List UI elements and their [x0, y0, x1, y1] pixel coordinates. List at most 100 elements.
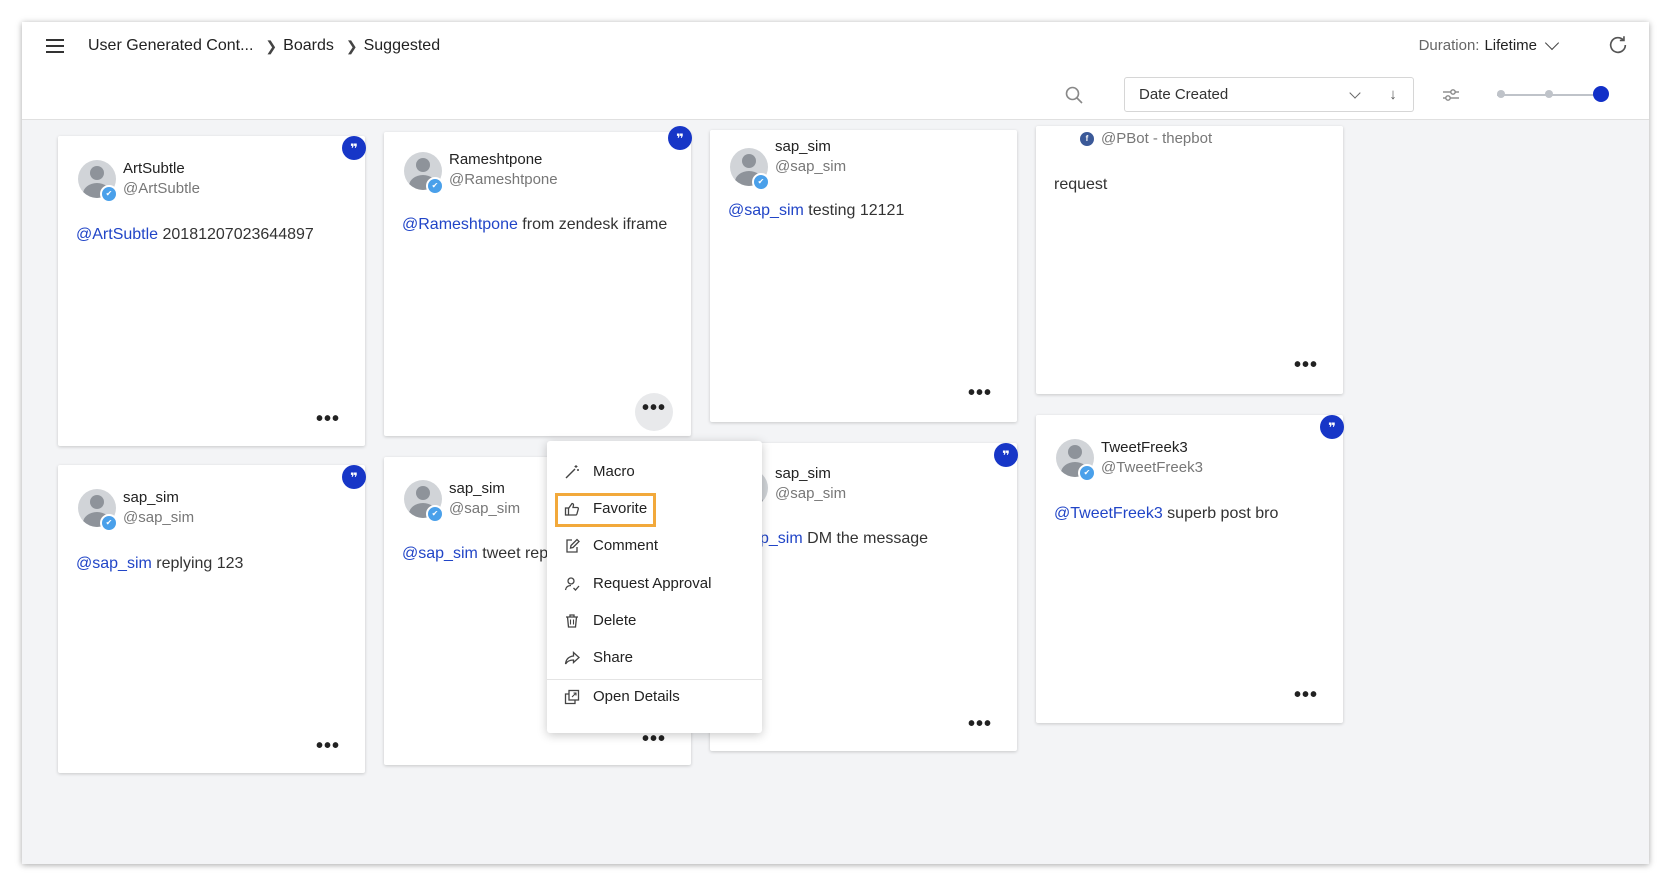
mention-link[interactable]: p_sim — [760, 530, 803, 547]
author-name: sap_sim — [775, 138, 831, 155]
more-options-button[interactable]: ••• — [1287, 680, 1325, 718]
filter-sliders-icon[interactable] — [1441, 85, 1461, 105]
post-body: superb post bro — [1162, 505, 1279, 522]
sort-direction-button[interactable]: ↓ — [1373, 77, 1414, 112]
mention-link[interactable]: @TweetFreek3 — [1054, 505, 1163, 522]
chevron-right-icon: ❯ — [345, 37, 358, 54]
breadcrumb-item-boards[interactable]: Boards — [283, 37, 334, 55]
post-body: 20181207023644897 — [158, 226, 314, 243]
duration-label: Duration: — [1418, 37, 1480, 54]
breadcrumb-item-workspace[interactable]: User Generated Cont... — [88, 37, 253, 55]
author-name: TweetFreek3 — [1101, 439, 1188, 456]
author-name: sap_sim — [775, 465, 831, 482]
hamburger-menu-icon[interactable] — [46, 38, 64, 54]
more-options-button[interactable]: ••• — [1287, 350, 1325, 388]
post-text: request — [1054, 176, 1107, 194]
menu-item-label: Comment — [593, 537, 659, 554]
chevron-down-icon — [1544, 35, 1560, 50]
quote-icon: ❞ — [1320, 415, 1344, 439]
author-name: Rameshtpone — [449, 151, 543, 168]
search-icon[interactable] — [1064, 85, 1084, 105]
twitter-icon: ✔ — [426, 177, 444, 195]
menu-item-label: Request Approval — [593, 575, 712, 592]
menu-item-macro[interactable]: Macro — [547, 457, 762, 489]
menu-divider — [547, 679, 762, 680]
post-body: replying 123 — [151, 555, 244, 572]
breadcrumb-item-current: Suggested — [363, 37, 441, 54]
more-options-button[interactable]: ••• — [961, 709, 999, 747]
more-options-button[interactable]: ••• — [309, 731, 347, 769]
menu-item-label: Macro — [593, 463, 635, 480]
author-handle: @sap_sim — [775, 485, 847, 502]
post-body: from zendesk iframe — [517, 216, 668, 233]
post-text: @TweetFreek3 superb post bro — [1054, 505, 1278, 523]
author-name: ArtSubtle — [123, 160, 185, 177]
mention-link[interactable]: @Rameshtpone — [402, 216, 518, 233]
post-text: @ArtSubtle 20181207023644897 — [76, 226, 314, 244]
more-options-button[interactable]: ••• — [961, 378, 999, 416]
chevron-down-icon — [1349, 87, 1361, 99]
menu-item-request-approval[interactable]: Request Approval — [547, 569, 762, 601]
highlight-box — [555, 493, 656, 527]
twitter-icon: ✔ — [100, 514, 118, 532]
share-arrow-icon — [564, 651, 580, 665]
post-card[interactable]: ✔ sap_sim @sap_sim @sap_sim testing 1212… — [710, 130, 1017, 422]
refresh-icon[interactable] — [1607, 34, 1629, 56]
post-card[interactable]: ✔ sap_sim @sap_sim @sap_sim replying 123… — [58, 465, 366, 773]
mention-link[interactable]: @sap_sim — [402, 545, 478, 562]
duration-selector[interactable]: Duration: Lifetime — [1418, 35, 1560, 54]
facebook-icon: f — [1078, 130, 1096, 148]
quote-icon: ❞ — [342, 465, 366, 489]
author-handle: @Rameshtpone — [449, 171, 558, 188]
post-text: @sap_sim tweet reply — [402, 545, 560, 563]
menu-item-comment[interactable]: Comment — [547, 531, 762, 563]
author-handle: @sap_sim — [449, 500, 521, 517]
twitter-icon: ✔ — [752, 173, 770, 191]
post-body: DM the message — [802, 530, 929, 547]
open-in-new-icon — [564, 689, 580, 705]
app-window: User Generated Cont... ❯ Boards ❯ Sugges… — [22, 22, 1649, 864]
quote-icon: ❞ — [994, 443, 1018, 467]
mention-link[interactable]: @sap_sim — [728, 202, 804, 219]
slider-stop[interactable] — [1545, 90, 1553, 98]
author-handle: @TweetFreek3 — [1101, 459, 1203, 476]
edit-note-icon — [566, 538, 580, 553]
menu-item-open-details[interactable]: Open Details — [547, 682, 762, 714]
slider-knob[interactable] — [1593, 86, 1609, 102]
author-handle: @sap_sim — [123, 509, 195, 526]
twitter-icon: ✔ — [426, 505, 444, 523]
chevron-right-icon: ❯ — [265, 37, 278, 54]
card-size-slider[interactable] — [1497, 86, 1609, 102]
post-text: @Rameshtpone from zendesk iframe — [402, 216, 667, 234]
more-options-button[interactable]: ••• — [309, 404, 347, 442]
trash-icon — [566, 614, 578, 628]
slider-stop[interactable] — [1497, 90, 1505, 98]
menu-item-delete[interactable]: Delete — [547, 606, 762, 638]
menu-item-label: Share — [593, 649, 634, 666]
card-context-menu: Macro Favorite Comment Request Approval — [547, 441, 762, 733]
board-canvas: ✔ ArtSubtle @ArtSubtle @ArtSubtle 201812… — [22, 120, 1649, 864]
quote-icon: ❞ — [342, 136, 366, 160]
mention-link[interactable]: @ArtSubtle — [76, 226, 158, 243]
post-card[interactable]: ✔ TweetFreek3 @TweetFreek3 @TweetFreek3 … — [1036, 415, 1344, 723]
more-options-button[interactable]: ••• — [635, 393, 673, 431]
menu-item-label: Open Details — [593, 688, 680, 705]
post-text: @sap_sim replying 123 — [76, 555, 243, 573]
post-card[interactable]: f @PBot - thepbot request ••• — [1036, 126, 1343, 394]
post-card[interactable]: ✔ Rameshtpone @Rameshtpone @Rameshtpone … — [384, 126, 692, 436]
twitter-icon: ✔ — [1078, 464, 1096, 482]
post-text: p_sim DM the message — [760, 530, 928, 548]
menu-item-share[interactable]: Share — [547, 643, 762, 675]
duration-value: Lifetime — [1484, 37, 1537, 54]
breadcrumb: User Generated Cont... ❯ Boards ❯ Sugges… — [88, 37, 440, 55]
user-check-icon — [564, 577, 580, 591]
post-body: request — [1054, 176, 1108, 193]
mention-link[interactable]: @sap_sim — [76, 555, 152, 572]
quote-icon: ❞ — [668, 126, 692, 150]
post-card[interactable]: ✔ ArtSubtle @ArtSubtle @ArtSubtle 201812… — [58, 136, 366, 446]
author-name: sap_sim — [123, 489, 179, 506]
post-body: testing 12121 — [803, 202, 905, 219]
author-handle: @ArtSubtle — [123, 180, 200, 197]
sort-by-select[interactable]: Date Created — [1124, 77, 1374, 112]
author-handle: @PBot - thepbot — [1101, 130, 1213, 147]
